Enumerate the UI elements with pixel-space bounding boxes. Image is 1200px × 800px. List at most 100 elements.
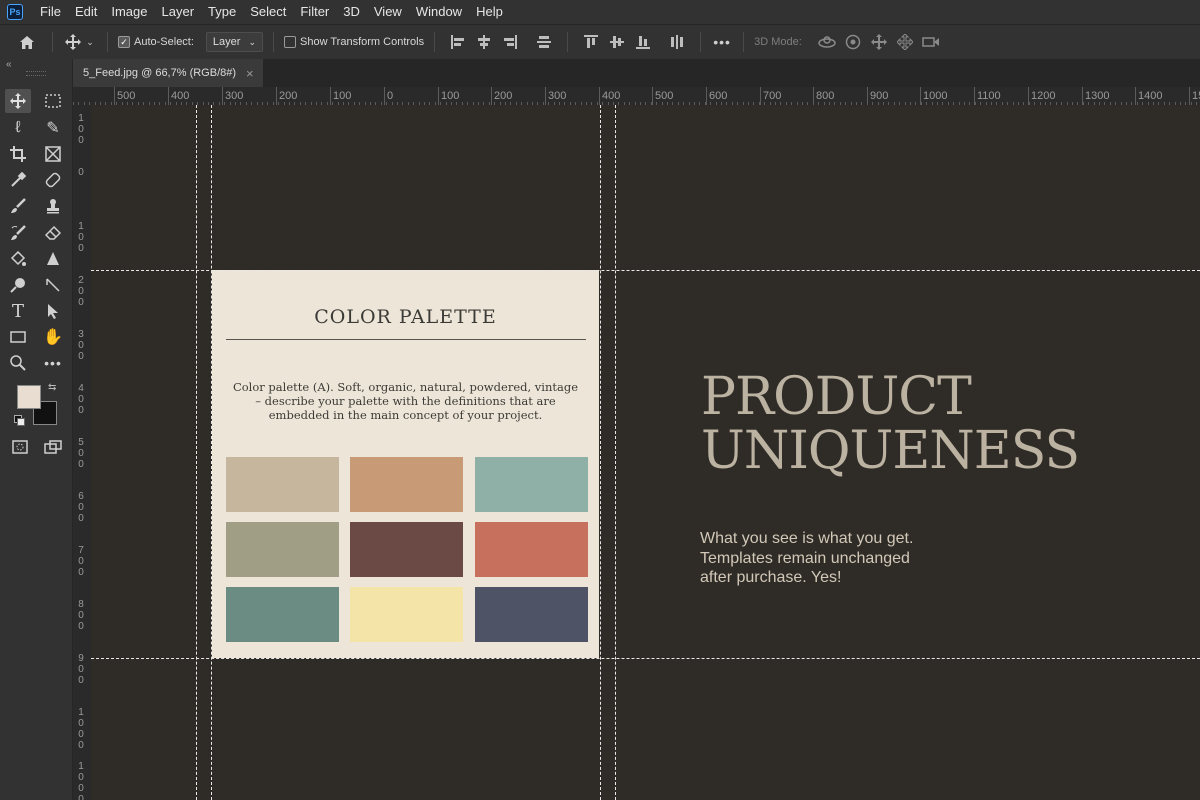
menu-view[interactable]: View — [367, 0, 409, 24]
menu-filter[interactable]: Filter — [293, 0, 336, 24]
3d-slide-icon[interactable] — [892, 30, 918, 54]
collapse-panel-icon[interactable]: « — [6, 59, 12, 70]
3d-pan-icon[interactable] — [866, 30, 892, 54]
clone-stamp-icon[interactable] — [40, 194, 66, 218]
spot-healing-icon[interactable] — [40, 168, 66, 192]
guide-vertical[interactable] — [600, 105, 601, 800]
paint-bucket-icon[interactable] — [5, 247, 31, 271]
frame-icon[interactable] — [40, 142, 66, 166]
3d-orbit-icon[interactable] — [814, 30, 840, 54]
color-swatch — [475, 457, 588, 512]
rectangle-icon[interactable] — [5, 325, 31, 349]
headline: PRODUCT UNIQUENESS — [701, 370, 1181, 478]
ruler-tick — [760, 87, 761, 105]
ruler-tick — [330, 87, 331, 105]
foreground-color-swatch[interactable] — [17, 385, 41, 409]
swap-colors-icon[interactable]: ⇆ — [48, 382, 56, 393]
3d-roll-icon[interactable] — [840, 30, 866, 54]
subtext-line-1: What you see is what you get. — [700, 530, 914, 547]
ruler-tick — [222, 87, 223, 105]
ruler-label: 300 — [548, 90, 567, 102]
ruler-label: 700 — [763, 90, 782, 102]
menu-3d[interactable]: 3D — [336, 0, 367, 24]
zoom-icon[interactable] — [5, 351, 31, 375]
menu-edit[interactable]: Edit — [68, 0, 104, 24]
align-middle-icon[interactable] — [610, 35, 625, 49]
ruler-label: 100 — [441, 90, 460, 102]
align-horizontal-center-icon[interactable] — [537, 35, 552, 49]
ruler-label: 15 — [1192, 90, 1200, 102]
edit-toolbar-icon[interactable]: ••• — [40, 351, 66, 375]
guide-horizontal[interactable] — [91, 270, 1200, 271]
ruler-label: 1000 — [78, 707, 84, 751]
brush-icon[interactable] — [5, 194, 31, 218]
chevron-down-icon: ⌄ — [248, 36, 256, 47]
pen-icon[interactable] — [40, 273, 66, 297]
lasso-icon[interactable]: ℓ — [5, 116, 31, 140]
document-tab-bar: 5_Feed.jpg @ 66,7% (RGB/8#) × — [73, 59, 1200, 87]
guide-horizontal[interactable] — [91, 658, 1200, 659]
auto-select-value: Layer — [212, 36, 241, 48]
quick-mask-icon[interactable] — [7, 435, 33, 459]
hand-icon[interactable]: ✋ — [40, 325, 66, 349]
color-swatch — [475, 522, 588, 577]
document-canvas[interactable]: COLOR PALETTE Color palette (A). Soft, o… — [91, 105, 1200, 800]
home-icon[interactable] — [12, 30, 42, 54]
ruler-label: 800 — [816, 90, 835, 102]
guide-vertical[interactable] — [615, 105, 616, 800]
ruler-tick — [491, 87, 492, 105]
move-tool-icon[interactable] — [63, 30, 83, 54]
menu-layer[interactable]: Layer — [155, 0, 202, 24]
menu-file[interactable]: File — [33, 0, 68, 24]
path-selection-icon[interactable] — [40, 299, 66, 323]
align-center-icon[interactable] — [477, 35, 491, 49]
panel-grip[interactable] — [26, 71, 46, 76]
ruler-tick — [706, 87, 707, 105]
close-icon[interactable]: × — [246, 66, 254, 81]
eyedropper-icon[interactable] — [5, 168, 31, 192]
more-options-icon[interactable]: ••• — [711, 30, 733, 54]
rectangular-marquee-icon[interactable] — [40, 89, 66, 113]
document-tab[interactable]: 5_Feed.jpg @ 66,7% (RGB/8#) × — [73, 59, 263, 87]
align-right-icon[interactable] — [503, 35, 518, 49]
menu-select[interactable]: Select — [243, 0, 293, 24]
quick-selection-icon[interactable]: ✎ — [40, 116, 66, 140]
guide-vertical[interactable] — [211, 105, 212, 800]
color-swatch — [350, 587, 463, 642]
align-bottom-icon[interactable] — [636, 35, 651, 49]
move-tool-icon[interactable] — [5, 89, 31, 113]
ruler-label: 600 — [78, 491, 84, 524]
crop-icon[interactable] — [5, 142, 31, 166]
dodge-icon[interactable] — [5, 273, 31, 297]
color-palette-card[interactable]: COLOR PALETTE Color palette (A). Soft, o… — [212, 270, 599, 658]
guide-vertical[interactable] — [196, 105, 197, 800]
ruler-tick — [1135, 87, 1136, 105]
menu-help[interactable]: Help — [469, 0, 510, 24]
default-colors-icon[interactable] — [14, 415, 25, 426]
3d-mode-label: 3D Mode: — [754, 36, 802, 48]
type-tool-icon[interactable]: T — [5, 299, 31, 323]
align-vertical-center-icon[interactable] — [670, 35, 684, 49]
3d-camera-icon[interactable] — [918, 30, 944, 54]
headline-line-2: UNIQUENESS — [701, 421, 1080, 481]
ruler-label: 300 — [78, 329, 84, 362]
menu-window[interactable]: Window — [409, 0, 469, 24]
align-top-icon[interactable] — [584, 35, 599, 49]
menu-image[interactable]: Image — [104, 0, 154, 24]
blur-icon[interactable] — [40, 247, 66, 271]
align-left-icon[interactable] — [451, 35, 465, 49]
auto-select-checkbox[interactable]: ✓ — [118, 36, 130, 48]
auto-select-dropdown[interactable]: Layer ⌄ — [205, 32, 263, 52]
ruler-label: 100 — [78, 221, 84, 254]
ruler-label: 1100 — [977, 90, 1001, 102]
tool-preset-chevron-icon[interactable]: ⌄ — [83, 30, 97, 54]
menu-type[interactable]: Type — [201, 0, 243, 24]
menu-bar: Ps File Edit Image Layer Type Select Fil… — [0, 0, 1200, 25]
vertical-ruler: 100010020030040050060070080090010001000 — [73, 105, 92, 800]
screen-mode-icon[interactable] — [40, 435, 66, 459]
show-transform-checkbox[interactable] — [284, 36, 296, 48]
eraser-icon[interactable] — [40, 221, 66, 245]
ruler-tick — [276, 87, 277, 105]
history-brush-icon[interactable] — [5, 221, 31, 245]
show-transform-label: Show Transform Controls — [300, 36, 425, 48]
